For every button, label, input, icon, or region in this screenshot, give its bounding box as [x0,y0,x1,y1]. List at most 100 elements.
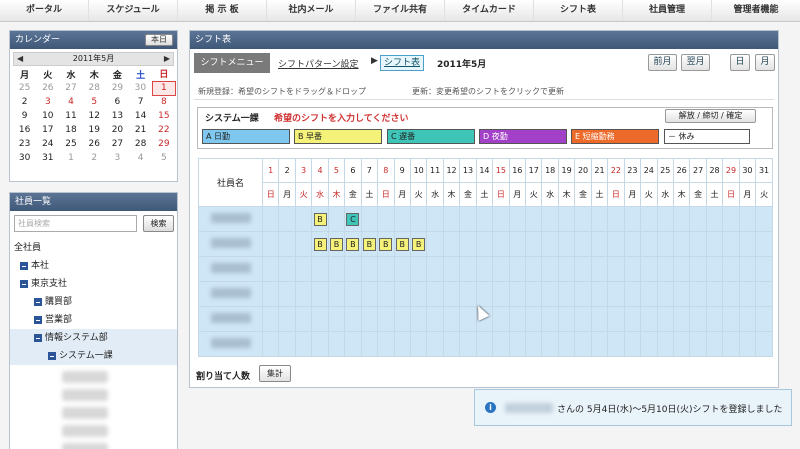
shift-cell[interactable] [705,306,724,332]
calendar-day[interactable]: 28 [129,137,152,151]
shift-cell[interactable] [738,231,757,257]
shift-cell[interactable]: B [393,231,411,257]
calendar-day[interactable]: 8 [152,95,175,109]
tree-node[interactable]: 東京支社 [10,275,177,293]
shift-cell[interactable] [377,281,395,307]
shift-cell[interactable] [475,231,494,257]
calendar-day[interactable]: 11 [59,109,82,123]
calendar-day[interactable]: 21 [129,123,152,137]
shift-cell[interactable] [590,281,609,307]
shift-cell[interactable] [294,281,313,307]
shift-cell[interactable] [557,306,576,332]
shift-cell[interactable] [327,206,346,232]
shift-assignment[interactable]: B [395,237,409,251]
shift-cell[interactable] [492,231,510,257]
shift-cell[interactable] [475,281,494,307]
shift-cell[interactable] [426,331,444,357]
collapse-icon[interactable] [34,315,42,324]
shift-cell[interactable] [640,231,658,257]
calendar-day[interactable]: 9 [13,109,36,123]
month-view-button[interactable]: 月 [755,54,775,71]
calendar-day[interactable]: 25 [59,137,82,151]
shift-cell[interactable] [278,256,296,282]
shift-cell[interactable] [656,231,674,257]
shift-pattern-chip[interactable]: D 夜勤 [479,129,567,144]
shift-cell[interactable] [689,331,707,357]
next-month-icon[interactable]: ▶ [164,53,170,65]
shift-cell[interactable] [689,256,707,282]
shift-cell[interactable] [409,306,428,332]
shift-cell[interactable] [623,206,642,232]
calendar-day[interactable]: 1 [59,151,82,165]
shift-cell[interactable] [393,281,411,307]
nav-item[interactable]: 社内メール [267,0,356,21]
shift-cell[interactable] [656,206,674,232]
shift-cell[interactable] [623,331,642,357]
shift-cell[interactable] [557,281,576,307]
nav-item[interactable]: ファイル共有 [356,0,445,21]
shift-cell[interactable] [426,306,444,332]
shift-cell[interactable] [672,256,691,282]
shift-cell[interactable] [442,331,461,357]
shift-cell[interactable] [557,206,576,232]
shift-cell[interactable] [327,281,346,307]
tab-shift-table[interactable]: シフト表 [380,55,424,71]
shift-cell[interactable] [327,331,346,357]
shift-cell[interactable] [574,306,592,332]
shift-cell[interactable] [261,206,280,232]
shift-cell[interactable] [607,306,625,332]
shift-cell[interactable] [459,281,477,307]
shift-cell[interactable] [755,306,773,332]
shift-cell[interactable] [344,331,362,357]
shift-cell[interactable] [393,256,411,282]
collapse-icon[interactable] [34,297,42,306]
shift-cell[interactable] [574,281,592,307]
shift-cell[interactable] [541,256,559,282]
shift-cell[interactable] [492,306,510,332]
calendar-day[interactable]: 31 [36,151,59,165]
shift-cell[interactable] [442,306,461,332]
calendar-day[interactable]: 4 [129,151,152,165]
employee-search-input[interactable]: 社員検索 [14,215,137,232]
shift-cell[interactable] [722,231,740,257]
shift-pattern-chip[interactable]: C 遅番 [387,129,475,144]
shift-cell[interactable] [344,256,362,282]
shift-cell[interactable] [557,231,576,257]
calendar-day[interactable]: 27 [59,81,82,95]
calendar-day[interactable]: 30 [13,151,36,165]
shift-cell[interactable] [261,306,280,332]
calendar-day[interactable]: 27 [106,137,129,151]
shift-cell[interactable] [261,281,280,307]
collapse-icon[interactable] [34,333,42,342]
shift-cell[interactable] [640,331,658,357]
shift-cell[interactable] [426,281,444,307]
shift-cell[interactable] [722,206,740,232]
employee-name-cell[interactable] [198,256,263,282]
shift-cell[interactable] [524,331,543,357]
shift-cell[interactable] [672,306,691,332]
shift-cell[interactable] [607,206,625,232]
shift-cell[interactable] [640,206,658,232]
release-close-confirm-button[interactable]: 解放 / 締切 / 確定 [665,109,756,123]
shift-cell[interactable] [508,256,527,282]
shift-cell[interactable] [755,331,773,357]
blurred-employee[interactable] [62,425,108,437]
tree-node[interactable]: 全社員 [10,239,177,257]
nav-item[interactable]: 掲 示 板 [178,0,267,21]
shift-cell[interactable] [524,206,543,232]
shift-cell[interactable] [755,206,773,232]
shift-cell[interactable] [738,206,757,232]
shift-cell[interactable] [344,281,362,307]
shift-cell[interactable]: B [311,231,329,257]
shift-cell[interactable] [278,306,296,332]
shift-assignment[interactable]: B [313,237,327,251]
shift-cell[interactable] [640,306,658,332]
calendar-day[interactable]: 26 [83,137,106,151]
shift-cell[interactable] [524,306,543,332]
shift-cell[interactable] [623,231,642,257]
shift-cell[interactable] [607,231,625,257]
calendar-day[interactable]: 2 [13,95,36,109]
shift-cell[interactable] [278,331,296,357]
shift-cell[interactable]: B [344,231,362,257]
shift-assignment[interactable]: B [329,237,343,251]
